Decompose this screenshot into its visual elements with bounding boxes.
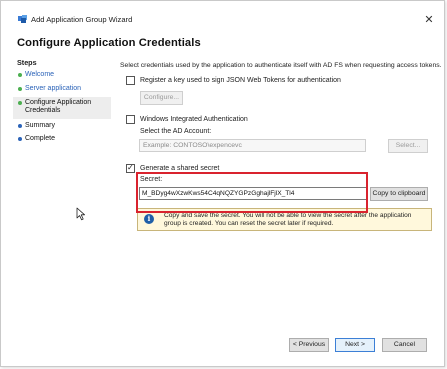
step-status-icon bbox=[18, 87, 22, 91]
ad-account-field[interactable]: Example: CONTOSO\expencevc bbox=[139, 139, 366, 152]
close-icon: ✕ bbox=[424, 14, 434, 26]
step-status-icon bbox=[18, 73, 22, 77]
step-label: Server application bbox=[25, 85, 82, 92]
step-label: Summary bbox=[25, 122, 55, 129]
configure-button[interactable]: Configure... bbox=[140, 91, 183, 105]
close-button[interactable]: ✕ bbox=[422, 13, 436, 27]
secret-field[interactable]: M_BDyg4wXzwKws54C4qNQZYGPzGghajlFjlX_Tl4 bbox=[139, 187, 368, 200]
previous-button[interactable]: < Previous bbox=[289, 338, 329, 352]
select-account-button[interactable]: Select... bbox=[388, 139, 428, 153]
register-key-label: Register a key used to sign JSON Web Tok… bbox=[140, 77, 341, 84]
shared-secret-label: Generate a shared secret bbox=[140, 165, 220, 172]
page-title: Configure Application Credentials bbox=[17, 37, 201, 49]
step-status-icon bbox=[18, 137, 22, 141]
windows-auth-checkbox[interactable] bbox=[126, 115, 135, 124]
step-status-icon bbox=[18, 124, 22, 128]
step-configure-application-credentials[interactable]: Configure Application Credentials bbox=[13, 97, 111, 119]
intro-text: Select credentials used by the applicati… bbox=[120, 62, 442, 69]
info-icon: i bbox=[144, 214, 154, 224]
step-label: Configure Application Credentials bbox=[25, 99, 92, 114]
register-key-checkbox[interactable] bbox=[126, 76, 135, 85]
secret-label: Secret: bbox=[140, 176, 163, 183]
step-label: Welcome bbox=[25, 71, 55, 78]
window-title: Add Application Group Wizard bbox=[31, 15, 133, 24]
step-summary[interactable]: Summary bbox=[13, 122, 111, 130]
step-welcome[interactable]: Welcome bbox=[13, 71, 111, 79]
step-server-application[interactable]: Server application bbox=[13, 85, 111, 93]
steps-heading: Steps bbox=[17, 58, 37, 67]
next-button[interactable]: Next > bbox=[335, 338, 375, 352]
step-complete[interactable]: Complete bbox=[13, 135, 111, 143]
step-status-icon bbox=[18, 101, 22, 105]
mouse-pointer-icon bbox=[76, 207, 85, 221]
copy-to-clipboard-button[interactable]: Copy to clipboard bbox=[370, 187, 428, 201]
step-label: Complete bbox=[25, 135, 55, 142]
steps-pane: Steps Welcome Server application Configu… bbox=[13, 57, 111, 357]
title-bar: Add Application Group Wizard ✕ bbox=[1, 1, 444, 29]
shared-secret-checkbox[interactable] bbox=[126, 163, 135, 173]
info-message: i Copy and save the secret. You will not… bbox=[137, 208, 432, 231]
info-text: Copy and save the secret. You will not b… bbox=[164, 212, 412, 227]
wizard-window: Add Application Group Wizard ✕ Configure… bbox=[0, 0, 445, 367]
select-account-label: Select the AD Account: bbox=[140, 128, 212, 135]
app-group-icon bbox=[18, 15, 27, 23]
content-pane: Select credentials used by the applicati… bbox=[120, 57, 442, 357]
windows-auth-label: Windows Integrated Authentication bbox=[140, 116, 248, 123]
cancel-button[interactable]: Cancel bbox=[382, 338, 427, 352]
